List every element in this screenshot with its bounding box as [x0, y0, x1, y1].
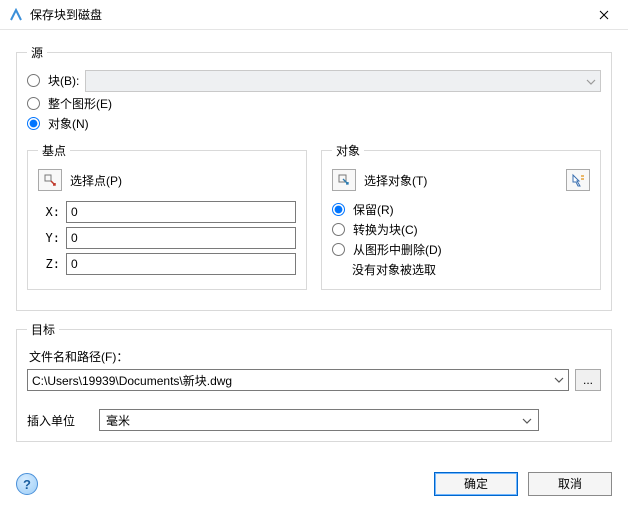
y-label: Y: [38, 231, 60, 245]
unit-label: 插入单位 [27, 412, 75, 429]
no-objects-text: 没有对象被选取 [352, 261, 590, 278]
radio-drawing[interactable]: 整个图形(E) [27, 95, 601, 112]
titlebar: 保存块到磁盘 [0, 0, 628, 30]
radio-retain-input[interactable] [332, 203, 345, 216]
help-icon: ? [23, 477, 31, 492]
objects-group: 对象 选择对象(T) 保留(R) [321, 142, 601, 290]
app-icon [8, 7, 24, 23]
source-legend: 源 [27, 44, 47, 61]
radio-drawing-input[interactable] [27, 97, 40, 110]
radio-retain[interactable]: 保留(R) [332, 201, 590, 218]
radio-block-input[interactable] [27, 74, 40, 87]
unit-value: 毫米 [106, 412, 130, 429]
select-objects-label: 选择对象(T) [364, 172, 427, 189]
path-value: C:\Users\19939\Documents\新块.dwg [32, 372, 232, 389]
cancel-button[interactable]: 取消 [528, 472, 612, 496]
source-group: 源 块(B): 整个图形(E) 对象(N) 基点 [16, 44, 612, 311]
ellipsis-icon: ... [583, 373, 593, 387]
footer: ? 确定 取消 [0, 464, 628, 504]
z-label: Z: [38, 257, 60, 271]
browse-button[interactable]: ... [575, 369, 601, 391]
chevron-down-icon [586, 74, 596, 88]
x-input[interactable] [66, 201, 296, 223]
path-label: 文件名和路径(F)： [29, 348, 601, 365]
target-legend: 目标 [27, 321, 59, 338]
pick-point-label: 选择点(P) [70, 172, 122, 189]
select-objects-button[interactable] [332, 169, 356, 191]
radio-block-label: 块(B): [48, 72, 79, 89]
help-button[interactable]: ? [16, 473, 38, 495]
close-button[interactable] [581, 0, 626, 30]
objects-legend: 对象 [332, 142, 364, 159]
target-group: 目标 文件名和路径(F)： C:\Users\19939\Documents\新… [16, 321, 612, 442]
radio-delete[interactable]: 从图形中删除(D) [332, 241, 590, 258]
radio-drawing-label: 整个图形(E) [48, 95, 112, 112]
chevron-down-icon [554, 375, 564, 386]
x-label: X: [38, 205, 60, 219]
ok-button[interactable]: 确定 [434, 472, 518, 496]
radio-convert-input[interactable] [332, 223, 345, 236]
radio-objects-input[interactable] [27, 117, 40, 130]
radio-delete-label: 从图形中删除(D) [353, 241, 442, 258]
pick-point-button[interactable] [38, 169, 62, 191]
unit-combo[interactable]: 毫米 [99, 409, 539, 431]
radio-retain-label: 保留(R) [353, 201, 394, 218]
radio-convert-label: 转换为块(C) [353, 221, 418, 238]
radio-objects[interactable]: 对象(N) [27, 115, 601, 132]
window-title: 保存块到磁盘 [30, 6, 581, 23]
quick-select-button[interactable] [566, 169, 590, 191]
basepoint-legend: 基点 [38, 142, 70, 159]
basepoint-group: 基点 选择点(P) X: Y: Z: [27, 142, 307, 290]
z-input[interactable] [66, 253, 296, 275]
radio-objects-label: 对象(N) [48, 115, 89, 132]
path-combo[interactable]: C:\Users\19939\Documents\新块.dwg [27, 369, 569, 391]
radio-delete-input[interactable] [332, 243, 345, 256]
y-input[interactable] [66, 227, 296, 249]
chevron-down-icon [522, 413, 532, 427]
block-combo[interactable] [85, 70, 601, 92]
radio-block[interactable]: 块(B): [27, 72, 79, 89]
radio-convert[interactable]: 转换为块(C) [332, 221, 590, 238]
